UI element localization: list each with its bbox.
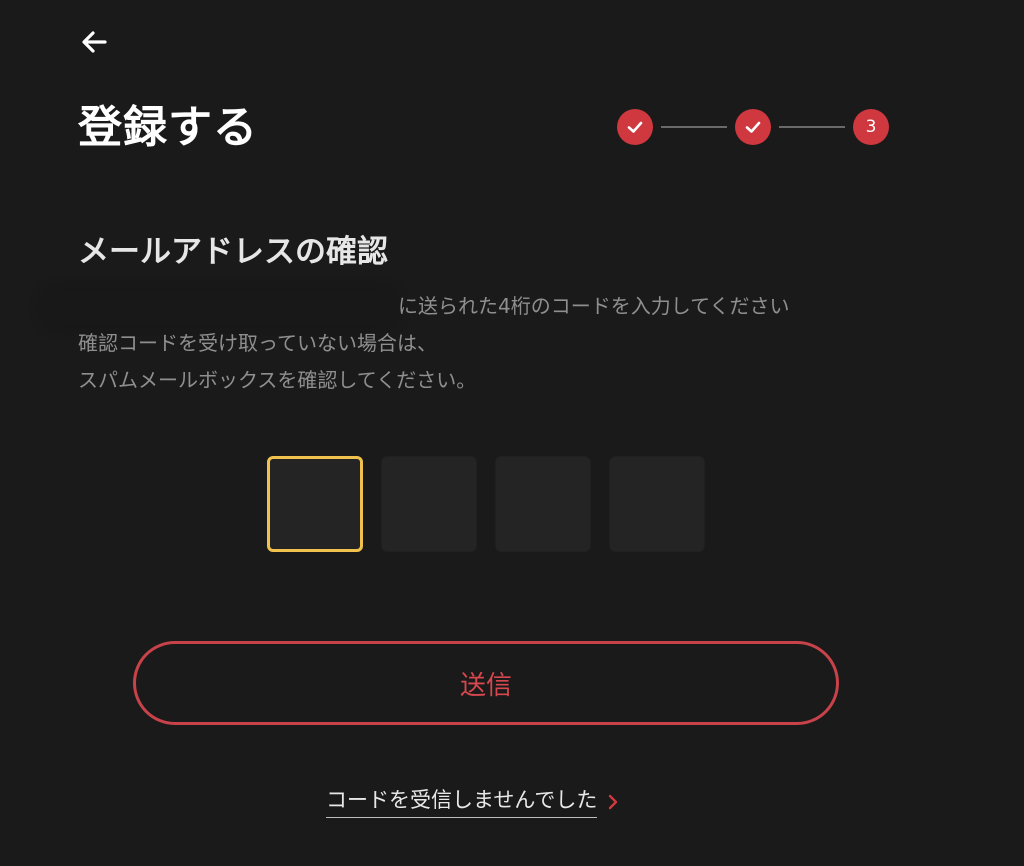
section-title: メールアドレスの確認 <box>78 234 388 270</box>
resend-code-label: コードを受信しませんでした <box>326 786 598 818</box>
instructions-line-2: 確認コードを受け取っていない場合は、 <box>78 331 437 355</box>
step-3-current: 3 <box>853 109 889 145</box>
resend-code-link[interactable]: コードを受信しませんでした <box>326 786 619 818</box>
code-digit-4[interactable] <box>609 456 705 552</box>
code-digit-1[interactable] <box>267 456 363 552</box>
progress-stepper: 3 <box>617 108 889 146</box>
submit-button[interactable]: 送信 <box>133 641 839 725</box>
instructions-line-1: に送られた4桁のコードを入力してください <box>44 288 898 325</box>
instructions-line-1-text: に送られた4桁のコードを入力してください <box>398 294 790 318</box>
signup-verification-page: 登録する 3 メールアドレスの確認 に送られた4桁のコードを入力してください 確… <box>0 0 1024 866</box>
step-connector <box>779 126 845 128</box>
check-icon <box>745 121 761 133</box>
chevron-right-icon <box>607 793 619 811</box>
instructions-text: に送られた4桁のコードを入力してください 確認コードを受け取っていない場合は、 … <box>44 288 898 399</box>
back-button[interactable] <box>76 24 112 60</box>
code-digit-2[interactable] <box>381 456 477 552</box>
code-digit-3[interactable] <box>495 456 591 552</box>
check-icon <box>627 121 643 133</box>
step-1-complete <box>617 109 653 145</box>
verification-code-inputs <box>267 456 705 552</box>
step-connector <box>661 126 727 128</box>
step-2-complete <box>735 109 771 145</box>
arrow-left-icon <box>82 31 107 53</box>
page-title: 登録する <box>78 102 258 153</box>
instructions-line-3: スパムメールボックスを確認してください。 <box>78 368 477 392</box>
redacted-email <box>44 290 396 325</box>
